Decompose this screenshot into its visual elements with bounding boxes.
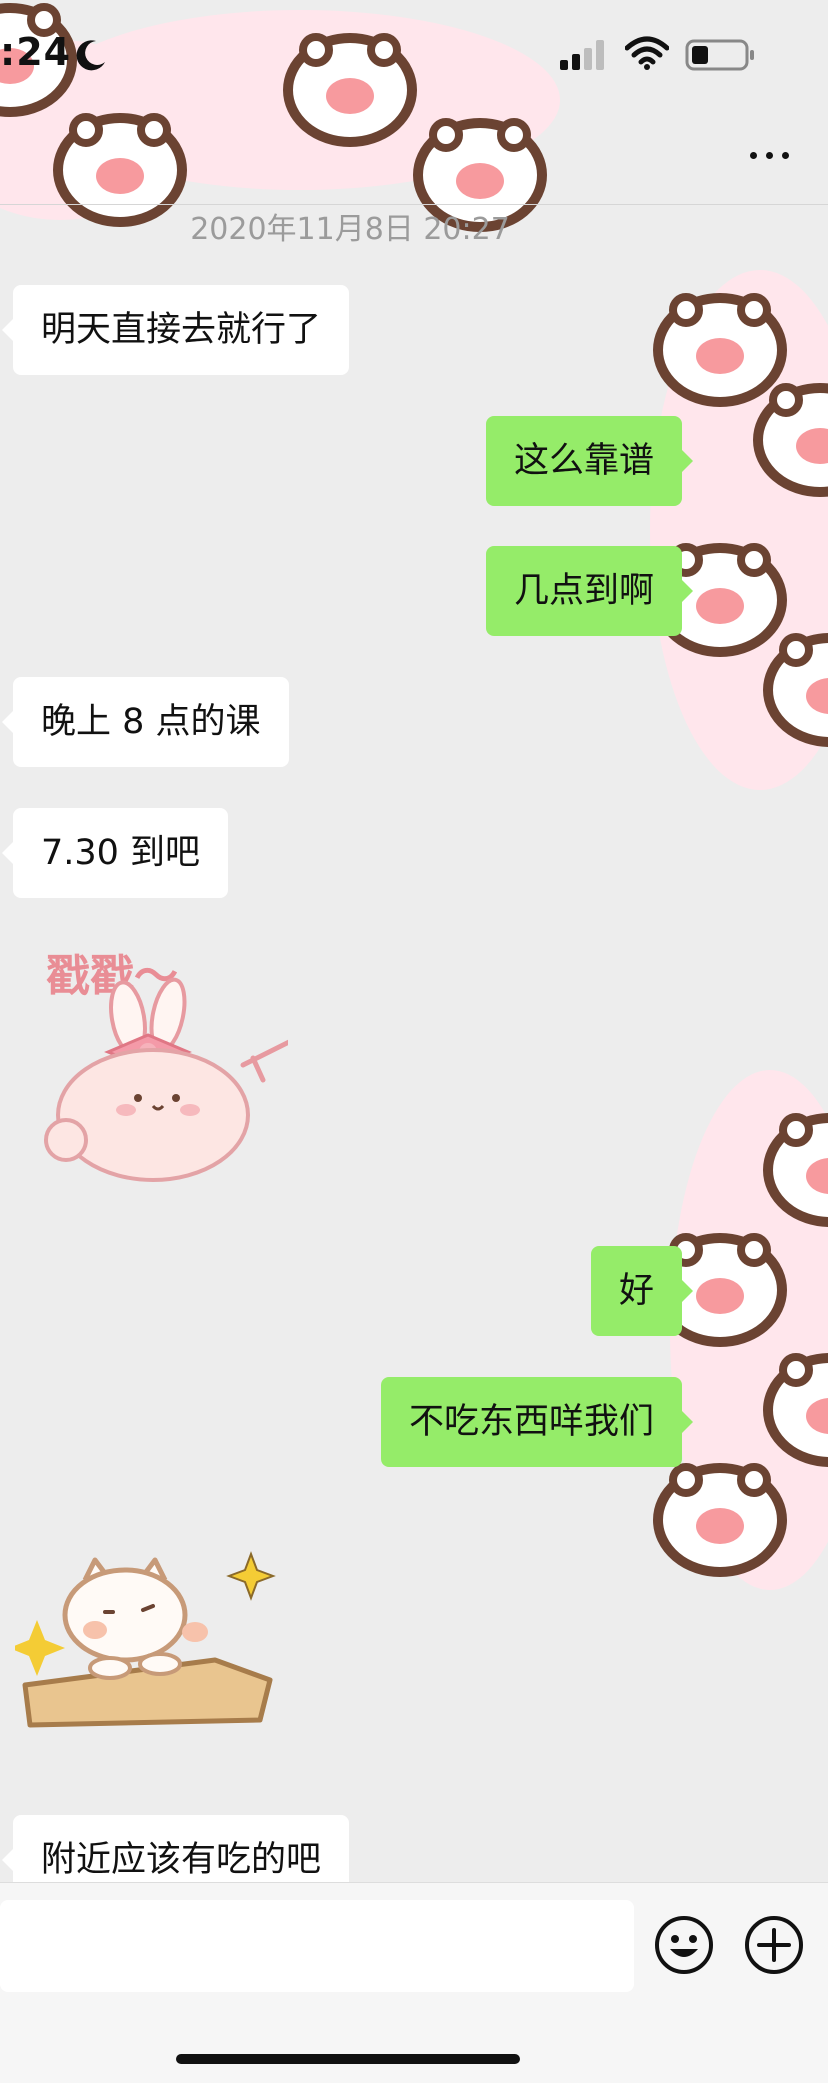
battery-icon	[685, 39, 754, 71]
more-icon[interactable]	[740, 138, 800, 172]
chat-timestamp: 2020年11月8日 20:27	[190, 212, 510, 247]
message-bubble[interactable]: 几点到啊	[485, 546, 694, 636]
cellular-signal-icon	[560, 40, 604, 70]
message-bubble[interactable]: 晚上 8 点的课	[2, 677, 289, 767]
message-bubble[interactable]: 好	[590, 1246, 694, 1336]
home-indicator	[176, 2054, 520, 2064]
right-paw-decoration-1	[650, 270, 828, 790]
cat-illustration	[9, 1551, 276, 1728]
message-bubble[interactable]: 7.30 到吧	[1, 808, 229, 898]
message-bubble[interactable]: 明天直接去就行了	[1, 285, 350, 375]
sticker-cat-table[interactable]	[9, 1550, 285, 1740]
status-time: :24	[0, 30, 72, 74]
plus-icon[interactable]	[744, 1915, 804, 1975]
wifi-icon	[625, 36, 669, 70]
emoji-icon[interactable]	[654, 1915, 714, 1975]
right-paw-decoration-2	[658, 1070, 828, 1590]
message-bubble[interactable]: 这么靠谱	[485, 416, 694, 506]
message-bubble[interactable]: 不吃东西咩我们	[380, 1377, 694, 1467]
moon-icon	[76, 40, 105, 71]
sticker-poke-bunny[interactable]: 戳戳～	[18, 940, 288, 1200]
bunny-illustration	[44, 977, 288, 1182]
message-input[interactable]	[0, 1900, 634, 1992]
